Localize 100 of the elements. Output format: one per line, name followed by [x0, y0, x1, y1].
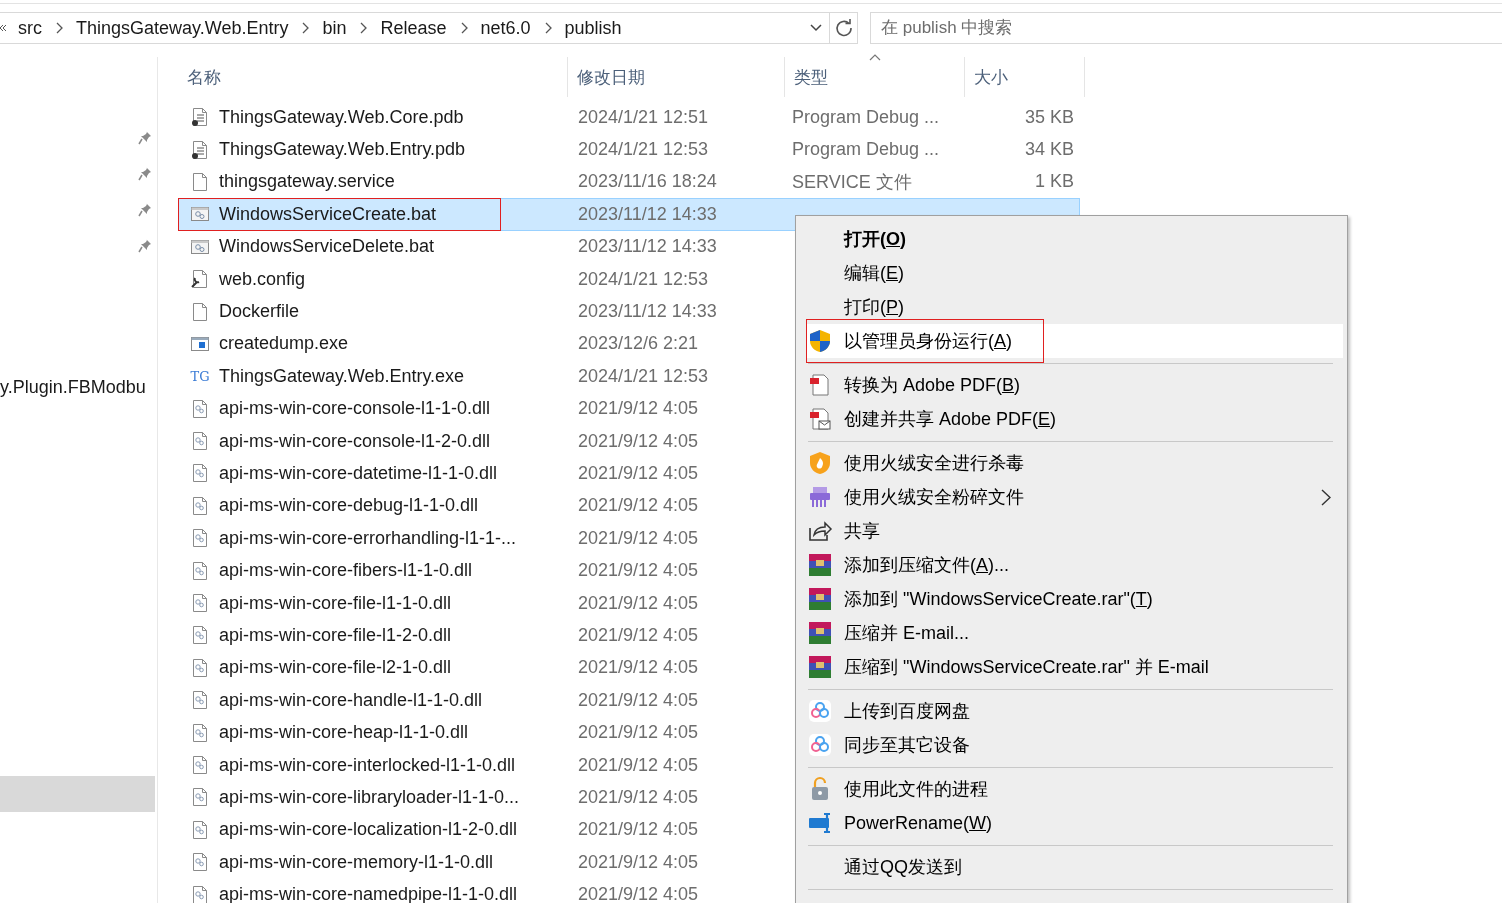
file-size: 35 KB [1024, 106, 1074, 127]
column-header[interactable]: 类型 [785, 57, 965, 97]
library-file-icon [190, 593, 210, 614]
file-name: ThingsGateway.Web.Core.pdb [219, 106, 464, 128]
file-row[interactable]: ThingsGateway.Web.Core.pdb 2024/1/21 12:51 Program Debug ... 35 KB [178, 101, 1080, 134]
menu-item[interactable]: 使用此文件的进程 [806, 772, 1343, 806]
debug-file-icon [190, 107, 210, 128]
file-name: api-ms-win-core-file-l1-2-0.dll [219, 624, 452, 646]
search-field[interactable]: 在 publish 中搜索 [870, 12, 1502, 44]
modified-date: 2021/9/12 4:05 [578, 463, 699, 483]
library-file-icon [190, 819, 210, 840]
file-name: web.config [219, 268, 306, 290]
file-size: 34 KB [1024, 139, 1074, 160]
menu-item[interactable]: 编辑(E) [806, 256, 1343, 290]
menu-item-label: 转换为 Adobe PDF(B) [844, 374, 1021, 397]
modified-date: 2021/9/12 4:05 [578, 851, 699, 872]
modified-date: 2024/1/21 12:53 [578, 139, 709, 160]
menu-item-label: 使用火绒安全进行杀毒 [844, 452, 1024, 475]
double-chevron-icon[interactable] [0, 23, 6, 33]
menu-item-label: 共享 [844, 520, 880, 543]
library-file-icon [190, 755, 210, 775]
pin-icon[interactable] [138, 165, 152, 181]
nav-item[interactable]: y.Plugin.FBModbu [0, 369, 159, 405]
archive-icon [807, 586, 833, 612]
breadcrumb[interactable]: src [18, 17, 42, 39]
library-file-icon [190, 657, 210, 678]
menu-item[interactable]: 上传到百度网盘 [806, 694, 1343, 728]
modified-date: 2021/9/12 4:05 [578, 786, 699, 807]
modified-date: 2021/9/12 4:05 [578, 592, 699, 613]
pdf-mail-icon [807, 406, 833, 432]
menu-item[interactable]: 使用火绒安全进行杀毒 [806, 446, 1343, 480]
pin-icon[interactable] [138, 201, 152, 217]
library-file-icon [190, 884, 210, 903]
modified-date: 2021/9/12 4:05 [578, 884, 699, 903]
modified-date: 2023/11/12 14:33 [578, 203, 717, 224]
config-file-icon [190, 269, 210, 290]
refresh-icon[interactable] [833, 18, 854, 38]
dropdown-icon[interactable] [809, 23, 823, 33]
modified-date: 2021/9/12 4:05 [578, 722, 699, 743]
cloud-icon [807, 732, 833, 758]
menu-item[interactable]: 添加到 "WindowsServiceCreate.rar"(T) [806, 582, 1343, 616]
address-bar[interactable]: src ThingsGateway.Web.Entry bin Release net6.0 publish [0, 12, 830, 44]
menu-item[interactable]: 转换为 Adobe PDF(B) [806, 368, 1343, 402]
file-name: api-ms-win-core-libraryloader-l1-1-0... [219, 786, 520, 808]
menu-item[interactable]: 添加到压缩文件(A)... [806, 548, 1343, 582]
chevron-icon [54, 22, 64, 34]
menu-item-label: 同步至其它设备 [844, 734, 970, 757]
column-header[interactable]: 修改日期 [568, 57, 785, 97]
modified-date: 2021/9/12 4:05 [578, 430, 699, 451]
file-name: thingsgateway.service [219, 171, 395, 193]
breadcrumb[interactable]: bin [322, 17, 347, 39]
library-file-icon [190, 787, 210, 808]
menu-item[interactable]: 创建并共享 Adobe PDF(E) [806, 402, 1343, 436]
menu-item[interactable]: 同步至其它设备 [806, 728, 1343, 762]
menu-item[interactable]: PowerRename(W) [806, 806, 1343, 840]
file-name: api-ms-win-core-datetime-l1-1-0.dll [219, 463, 498, 484]
menu-item-label: 添加到压缩文件(A)... [844, 554, 1009, 577]
column-header[interactable]: 名称 [178, 57, 568, 97]
file-row[interactable]: ThingsGateway.Web.Entry.pdb 2024/1/21 12:53 Program Debug ... 34 KB [178, 133, 1080, 166]
breadcrumb[interactable]: net6.0 [480, 17, 531, 39]
menu-item[interactable]: 以管理员身份运行(A) [806, 324, 1343, 358]
file-name: api-ms-win-core-interlocked-l1-1-0.dll [219, 754, 516, 776]
menu-item-label: PowerRename(W) [844, 812, 993, 834]
file-name: api-ms-win-core-file-l2-1-0.dll [219, 657, 452, 679]
file-name: api-ms-win-core-memory-l1-1-0.dll [219, 851, 494, 873]
breadcrumb[interactable]: Release [380, 17, 447, 39]
pin-icon[interactable] [138, 237, 152, 253]
menu-item-label: 压缩到 "WindowsServiceCreate.rar" 并 E-mail [844, 656, 1209, 679]
file-icon [190, 301, 210, 322]
menu-item-label: 使用火绒安全粉碎文件 [844, 486, 1024, 509]
menu-item-label: 编辑(E) [844, 262, 904, 285]
menu-item[interactable]: 压缩到 "WindowsServiceCreate.rar" 并 E-mail [806, 650, 1343, 684]
menu-item-label: 创建并共享 Adobe PDF(E) [844, 408, 1057, 431]
menu-item-label: 通过QQ发送到 [844, 856, 962, 879]
library-file-icon [190, 560, 210, 581]
menu-item[interactable]: 使用火绒安全粉碎文件 [806, 480, 1343, 514]
breadcrumb[interactable]: publish [564, 17, 622, 39]
menu-item-label: 上传到百度网盘 [844, 700, 970, 723]
pin-icon[interactable] [138, 129, 152, 145]
modified-date: 2021/9/12 4:05 [578, 689, 699, 710]
refresh-button[interactable] [830, 12, 858, 44]
breadcrumb[interactable]: ThingsGateway.Web.Entry [76, 17, 289, 39]
app-icon: TG [190, 368, 210, 384]
file-row[interactable]: thingsgateway.service 2023/11/16 18:24 SERVICE 文件 1 KB [178, 165, 1080, 199]
flame-shield-icon [807, 450, 833, 476]
menu-item[interactable]: 共享 [806, 514, 1343, 548]
modified-date: 2021/9/12 4:05 [578, 560, 699, 581]
menu-item[interactable]: 压缩并 E-mail... [806, 616, 1343, 650]
modified-date: 2021/9/12 4:05 [578, 754, 699, 775]
shield-icon [807, 328, 833, 354]
file-name: api-ms-win-core-localization-l1-2-0.dll [219, 819, 518, 841]
column-header[interactable]: 大小 [965, 57, 1085, 97]
menu-item-label: 压缩并 E-mail... [844, 622, 969, 645]
menu-item[interactable]: 打印(P) [806, 290, 1343, 324]
modified-date: 2023/11/12 14:33 [578, 236, 717, 257]
shredder-icon [807, 484, 833, 510]
file-name: api-ms-win-core-errorhandling-l1-1-... [219, 527, 517, 549]
library-file-icon [190, 463, 210, 484]
file-name: api-ms-win-core-handle-l1-1-0.dll [219, 689, 483, 711]
file-name: api-ms-win-core-console-l1-2-0.dll [219, 430, 491, 452]
